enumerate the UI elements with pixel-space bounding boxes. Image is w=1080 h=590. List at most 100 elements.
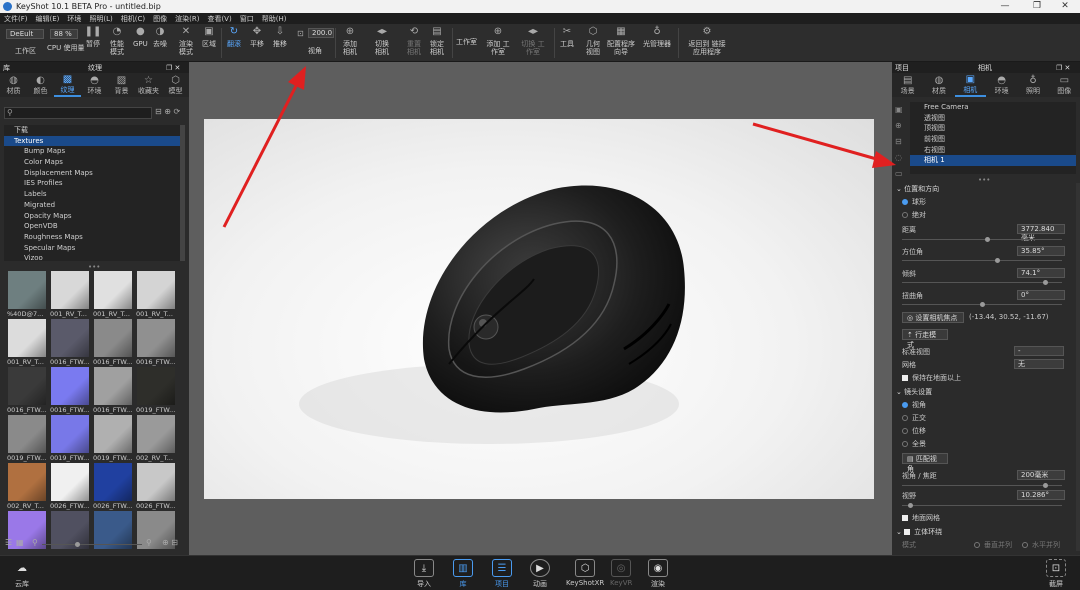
- cloud-library-button[interactable]: ☁ 云库: [12, 559, 32, 589]
- distance-field[interactable]: 3772.840毫米: [1017, 224, 1065, 242]
- config-wizard-button[interactable]: ▦ 配置程序 向导: [607, 26, 635, 57]
- texture-thumbnail[interactable]: [94, 463, 132, 501]
- camera-item[interactable]: 透视图: [910, 113, 1076, 124]
- animation-button[interactable]: ▶ 动画: [530, 559, 550, 589]
- keep-above-checkbox[interactable]: 保持在地面以上: [902, 373, 1077, 383]
- texture-thumbnail[interactable]: [94, 319, 132, 357]
- camera-item[interactable]: 顶视图: [910, 123, 1076, 134]
- menu-help[interactable]: 帮助(H): [262, 14, 287, 24]
- add-camera-button[interactable]: ⊕ 添加 相机: [340, 26, 360, 57]
- texture-thumbnail[interactable]: [137, 319, 175, 357]
- geometry-view-button[interactable]: ⬡ 几何 视图: [583, 26, 603, 57]
- footer-actions[interactable]: ⊕ ⊟: [162, 538, 178, 547]
- texture-thumbnail[interactable]: [94, 415, 132, 453]
- tab-colors[interactable]: ◐ 颜色: [27, 73, 54, 97]
- tree-item[interactable]: Color Maps: [4, 157, 180, 168]
- focal-field[interactable]: 200毫米: [1017, 470, 1065, 480]
- inclination-slider[interactable]: [902, 282, 1062, 283]
- tree-scrollbar[interactable]: [180, 125, 185, 261]
- texture-thumbnail[interactable]: [8, 271, 46, 309]
- texture-thumbnail[interactable]: [8, 367, 46, 405]
- tab-materials[interactable]: ◍ 材质: [0, 73, 27, 97]
- switch-studio-button[interactable]: ◂▸ 切换 工作室: [521, 26, 545, 57]
- inclination-field[interactable]: 74.1°: [1017, 268, 1065, 278]
- menu-window[interactable]: 窗口: [240, 14, 254, 24]
- menu-camera[interactable]: 相机(C): [121, 14, 145, 24]
- render-viewport[interactable]: [189, 62, 892, 555]
- vertical-radio[interactable]: 垂直并列: [974, 540, 1019, 550]
- project-button[interactable]: ☰ 项目: [492, 559, 512, 589]
- tree-item[interactable]: Displacement Maps: [4, 168, 180, 179]
- grid-view-icon[interactable]: ▦: [16, 538, 24, 547]
- slider-knob[interactable]: [985, 237, 990, 242]
- distance-slider[interactable]: [902, 239, 1062, 240]
- minimize-button[interactable]: —: [990, 0, 1020, 13]
- camera-item[interactable]: 前视图: [910, 134, 1076, 145]
- denoise-button[interactable]: ◑ 去噪: [153, 26, 167, 49]
- zoom-in-icon[interactable]: ⚲: [146, 538, 152, 547]
- tree-item[interactable]: Bump Maps: [4, 146, 180, 157]
- texture-thumbnail[interactable]: [8, 415, 46, 453]
- slider-knob[interactable]: [995, 258, 1000, 263]
- tree-item[interactable]: Roughness Maps: [4, 232, 180, 243]
- undock-icon[interactable]: ❐ ✕: [166, 64, 180, 72]
- menu-edit[interactable]: 编辑(E): [36, 14, 60, 24]
- list-view-icon[interactable]: ☰: [5, 538, 12, 547]
- dolly-button[interactable]: ⇩ 推移: [273, 26, 287, 49]
- set-lookat-button[interactable]: ◎ 设置相机焦点: [902, 312, 964, 323]
- focal-slider[interactable]: [902, 485, 1062, 486]
- tree-item-downloads[interactable]: 下载: [4, 125, 180, 136]
- match-perspective-button[interactable]: ▤ 匹配视角: [902, 453, 948, 473]
- library-search-input[interactable]: ⚲: [4, 107, 152, 119]
- horizontal-radio[interactable]: 水平并列: [1022, 540, 1072, 550]
- fov-field[interactable]: 200.0: [308, 28, 334, 38]
- menu-image[interactable]: 图像: [153, 14, 167, 24]
- camera-item-free[interactable]: Free Camera: [910, 102, 1076, 113]
- azimuth-field[interactable]: 35.85°: [1017, 246, 1065, 256]
- slider-knob[interactable]: [980, 302, 985, 307]
- tumble-button[interactable]: ↻ 翻滚: [227, 26, 241, 49]
- keyvr-button[interactable]: ◎ KeyVR: [610, 559, 632, 587]
- render-mode-button[interactable]: ✕ 渲染 模式: [176, 26, 196, 57]
- texture-thumbnail[interactable]: [8, 463, 46, 501]
- absolute-radio[interactable]: 绝对: [902, 210, 1077, 220]
- studio-button[interactable]: 工作室: [456, 38, 477, 46]
- tab-favorites[interactable]: ☆ 收藏夹: [135, 73, 162, 97]
- texture-thumbnail[interactable]: [51, 367, 89, 405]
- menu-lighting[interactable]: 照明(L): [89, 14, 112, 24]
- walk-mode-button[interactable]: ⇡ 行走模式: [902, 329, 948, 349]
- fov-slider[interactable]: [902, 505, 1062, 506]
- mouse-model[interactable]: [204, 119, 874, 499]
- render-canvas[interactable]: [204, 119, 874, 499]
- workspace-select[interactable]: DeEult: [6, 29, 44, 39]
- slider-knob[interactable]: [1043, 280, 1048, 285]
- maximize-button[interactable]: ❐: [1022, 0, 1052, 13]
- ground-grid-checkbox[interactable]: 地面网格: [902, 513, 1077, 523]
- tab-scene[interactable]: ▤ 场景: [892, 73, 923, 97]
- tree-item[interactable]: Migrated: [4, 200, 180, 211]
- camera-side-tools[interactable]: ▣ ⊕ ⊟ ◌ ▭: [895, 102, 907, 182]
- menu-environment[interactable]: 环境: [67, 14, 81, 24]
- reset-camera-button[interactable]: ⟲ 重置 相机: [404, 26, 424, 57]
- orbit-radio[interactable]: 球形: [902, 197, 1077, 207]
- import-button[interactable]: ⤓ 导入: [414, 559, 434, 589]
- texture-thumbnail[interactable]: [94, 367, 132, 405]
- add-studio-button[interactable]: ⊕ 添加 工作室: [486, 26, 510, 57]
- texture-thumbnail[interactable]: [137, 415, 175, 453]
- render-button[interactable]: ◉ 渲染: [648, 559, 668, 589]
- texture-thumbnail[interactable]: [51, 463, 89, 501]
- texture-thumbnail[interactable]: [51, 415, 89, 453]
- zoom-field[interactable]: 88 %: [50, 29, 78, 39]
- menu-file[interactable]: 文件(F): [4, 14, 28, 24]
- pause-button[interactable]: ❚❚ 暂停: [85, 26, 102, 49]
- switch-camera-button[interactable]: ◂▸ 切换 相机: [372, 26, 392, 57]
- twist-field[interactable]: 0°: [1017, 290, 1065, 300]
- tree-item[interactable]: Opacity Maps: [4, 211, 180, 222]
- close-button[interactable]: ✕: [1050, 0, 1080, 13]
- tree-item[interactable]: OpenVDB: [4, 221, 180, 232]
- section-stereo[interactable]: ⌄ 立体环绕: [896, 527, 1071, 537]
- pan-button[interactable]: ✥ 平移: [250, 26, 264, 49]
- library-button[interactable]: ▥ 库: [453, 559, 473, 589]
- azimuth-slider[interactable]: [902, 260, 1062, 261]
- performance-mode-button[interactable]: ◔ 性能 模式: [107, 26, 127, 57]
